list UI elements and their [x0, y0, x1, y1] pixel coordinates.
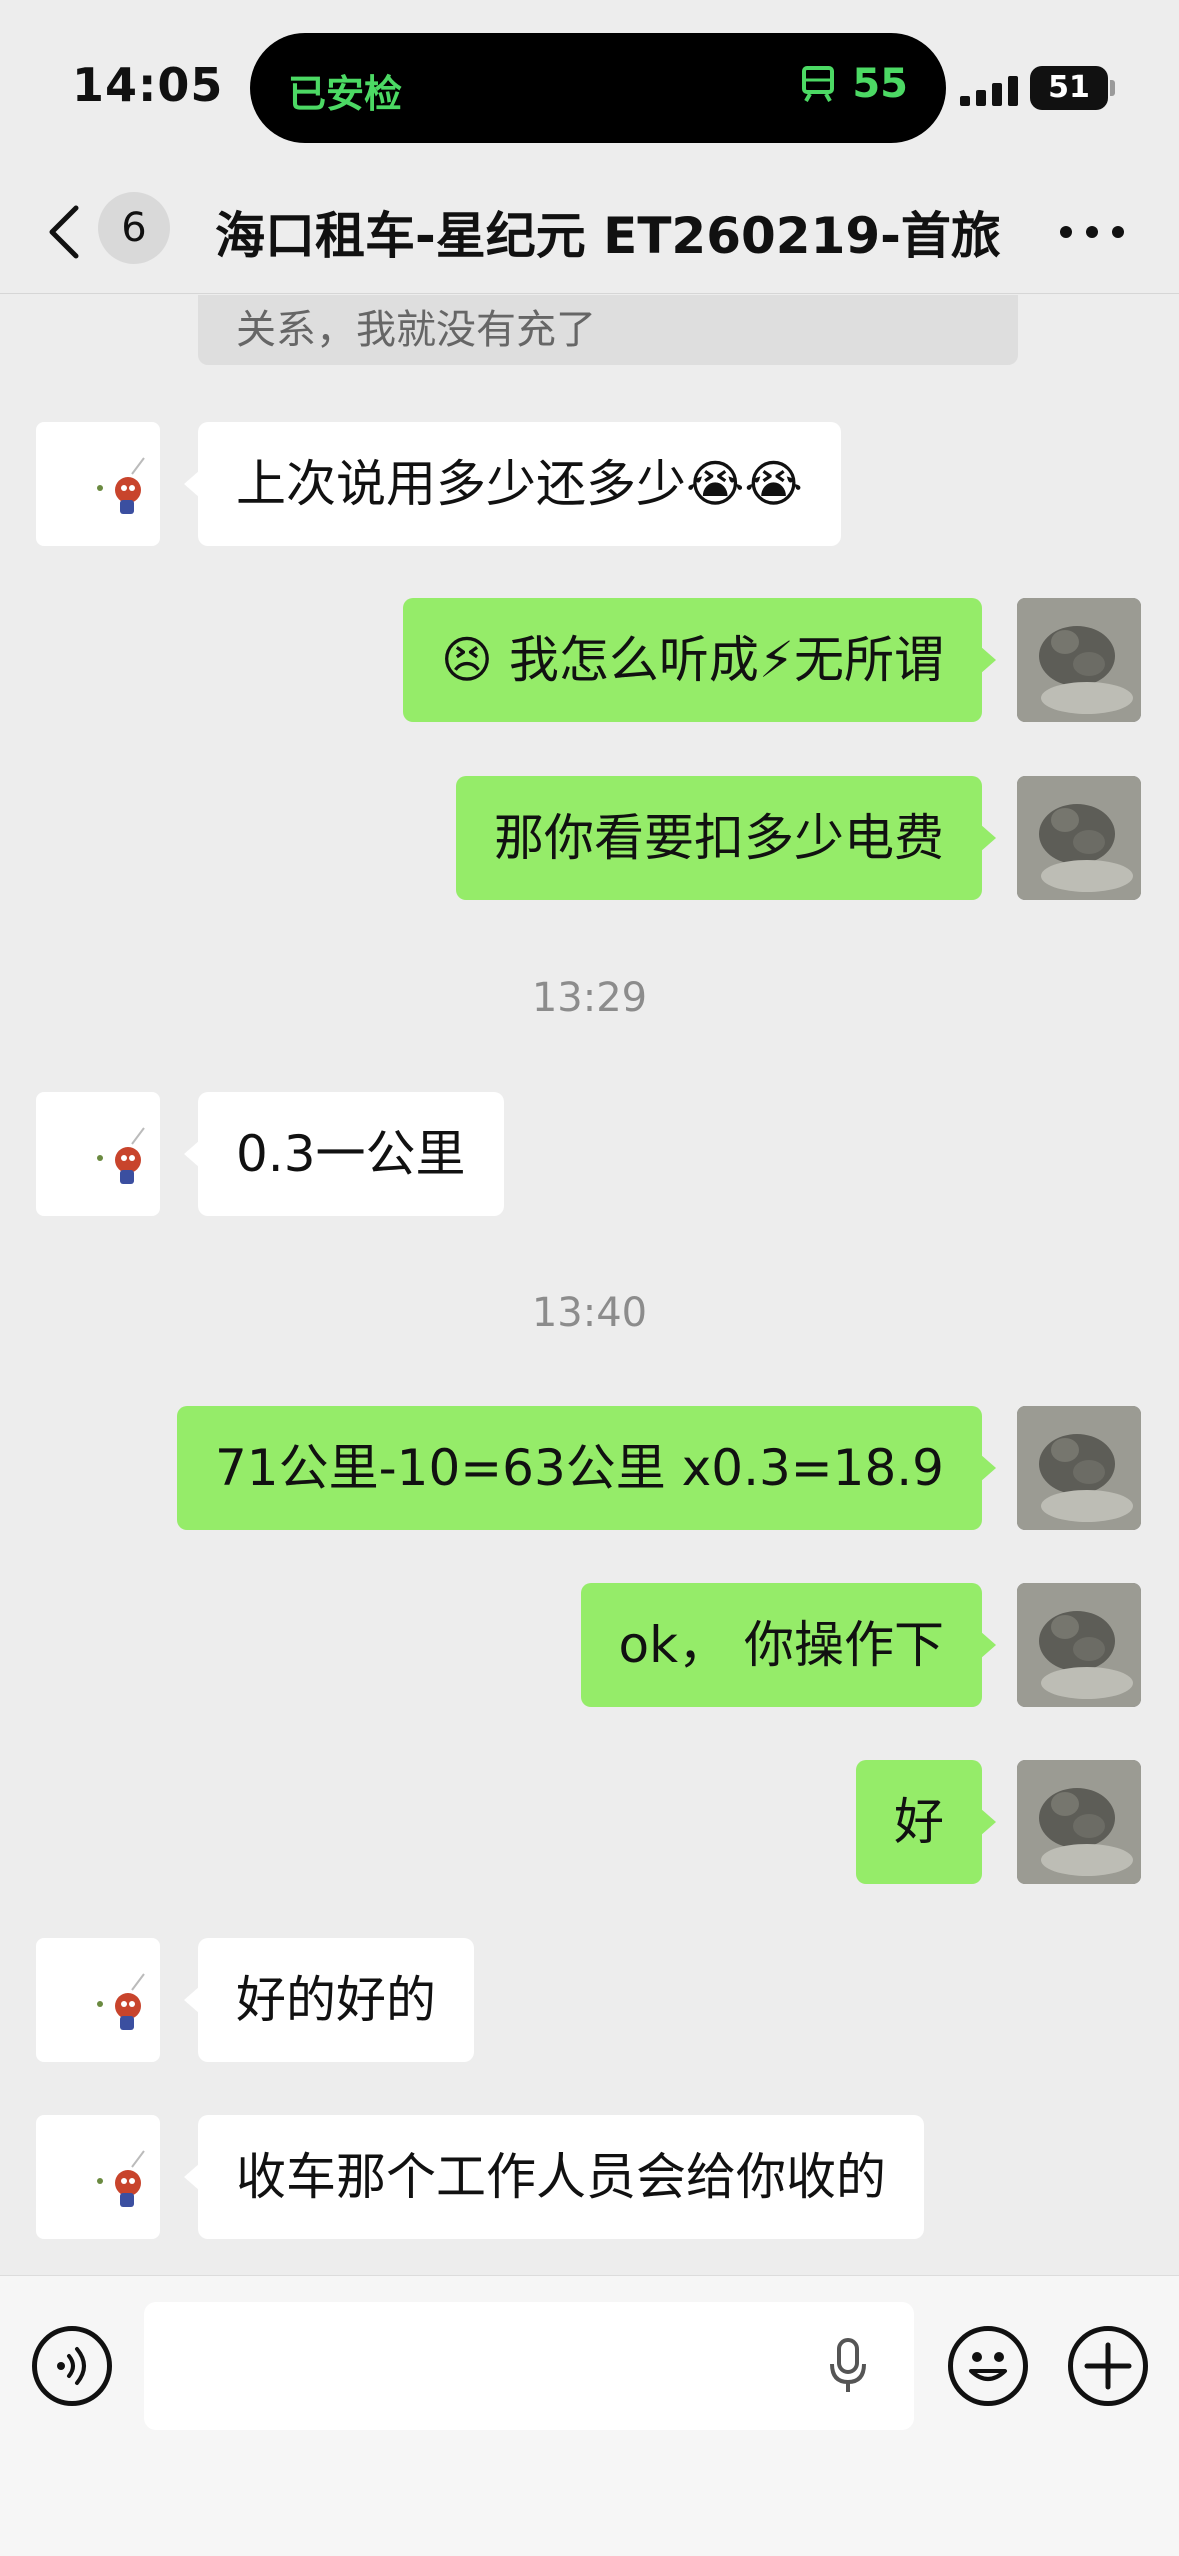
transit-icon [802, 66, 835, 102]
incoming-message[interactable]: 0.3一公里 [184, 1092, 504, 1216]
chevron-left-icon[interactable] [44, 202, 84, 262]
battery-tip [1110, 80, 1115, 96]
voice-waves-icon [57, 2347, 86, 2385]
input-bar [0, 2275, 1179, 2556]
message-timestamp: 13:29 [531, 975, 648, 1021]
avatar-image [1017, 1406, 1141, 1530]
dynamic-island[interactable]: 已安检 55 [250, 33, 946, 143]
island-activity-label: 已安检 [288, 72, 403, 116]
status-time: 14:05 [72, 58, 224, 112]
avatar-image [1017, 1583, 1141, 1707]
status-bar: 14:05 已安检 55 51 [0, 0, 1179, 170]
incoming-message[interactable]: 好的好的 [184, 1938, 474, 2062]
avatar-image [97, 1973, 145, 2030]
my-avatar[interactable] [1017, 598, 1141, 722]
incoming-message[interactable]: 收车那个工作人员会给你收的 [184, 2115, 924, 2239]
voice-toggle-icon[interactable] [32, 2326, 112, 2406]
plus-icon[interactable] [1068, 2326, 1148, 2406]
outgoing-message[interactable]: 好 [856, 1760, 996, 1884]
more-dots-icon[interactable] [1060, 220, 1124, 244]
my-avatar[interactable] [1017, 776, 1141, 900]
message-input[interactable] [144, 2302, 914, 2430]
contact-avatar[interactable] [36, 2115, 160, 2239]
outgoing-message[interactable]: ok， 你操作下 [580, 1583, 997, 1707]
unread-count-badge[interactable]: 6 [98, 192, 170, 264]
plus-sign-icon [1084, 2342, 1132, 2390]
my-avatar[interactable] [1017, 1760, 1141, 1884]
message-list[interactable]: 关系，我就没有充了 上次说用多少还多少😭😭 😣 我怎么听成⚡无所谓 那你看要扣多… [0, 295, 1179, 2275]
incoming-message[interactable]: 上次说用多少还多少😭😭 [184, 422, 841, 546]
smiley-face-icon [969, 2352, 1007, 2381]
island-value-text: 55 [852, 61, 908, 107]
chat-title: 海口租车-星纪元 ET260219-首旅 [215, 207, 1001, 265]
contact-avatar[interactable] [36, 1938, 160, 2062]
my-avatar[interactable] [1017, 1406, 1141, 1530]
contact-avatar[interactable] [36, 422, 160, 546]
chat-header: 6 海口租车-星纪元 ET260219-首旅 [0, 170, 1179, 294]
emoji-icon[interactable] [948, 2326, 1028, 2406]
avatar-image [1017, 1760, 1141, 1884]
contact-avatar[interactable] [36, 1092, 160, 1216]
cellular-signal-icon [960, 72, 1020, 106]
avatar-image [1017, 776, 1141, 900]
avatar-image [1017, 598, 1141, 722]
my-avatar[interactable] [1017, 1583, 1141, 1707]
avatar-image [97, 457, 145, 514]
avatar-image [97, 1127, 145, 1184]
microphone-icon[interactable] [828, 2338, 868, 2394]
avatar-image [97, 2150, 145, 2207]
partial-message-bubble[interactable]: 关系，我就没有充了 [198, 295, 1018, 365]
message-timestamp: 13:40 [531, 1290, 648, 1336]
outgoing-message[interactable]: 71公里-10=63公里 x0.3=18.9 [176, 1406, 997, 1530]
island-activity-value: 55 [798, 61, 908, 107]
battery-icon: 51 [1030, 66, 1108, 110]
outgoing-message[interactable]: 😣 我怎么听成⚡无所谓 [402, 598, 997, 722]
outgoing-message[interactable]: 那你看要扣多少电费 [456, 776, 996, 900]
